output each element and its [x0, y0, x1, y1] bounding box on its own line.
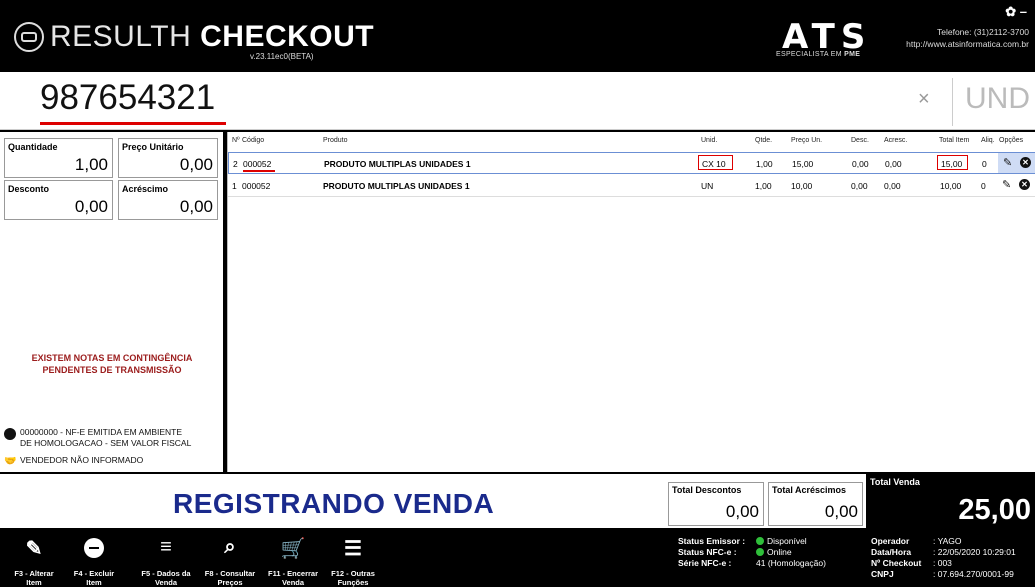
total-highlight [937, 155, 968, 170]
row-options: ✎ ✕ [997, 175, 1035, 195]
sale-total: Total Venda 25,00 [866, 474, 1035, 528]
minus-circle-icon [84, 538, 104, 558]
close-sale-button[interactable]: 🛒 F11 - Encerrar Venda [262, 528, 324, 587]
quantity-field[interactable]: Quantidade 1,00 [4, 138, 113, 178]
item-entry-panel: Quantidade 1,00 Preço Unitário 0,00 Desc… [0, 132, 223, 472]
contingency-alert: EXISTEM NOTAS EM CONTINGÊNCIA PENDENTES … [31, 353, 193, 375]
unit-highlight [698, 155, 733, 170]
barcode-input[interactable]: 987654321 [40, 78, 215, 118]
barcode-input-area: 987654321 × UND [0, 72, 1035, 130]
clear-icon[interactable]: × [918, 88, 930, 111]
other-functions-button[interactable]: ☰ F12 - Outras Funções [324, 528, 382, 587]
edit-item-button[interactable]: ✎ F3 - Alterar Item [6, 528, 62, 587]
table-row[interactable]: 2 000052 PRODUTO MULTIPLAS UNIDADES 1 CX… [228, 152, 1035, 174]
remove-circle-icon[interactable]: ✕ [1020, 157, 1031, 168]
online-indicator-icon [756, 548, 764, 556]
sale-status-bar: REGISTRANDO VENDA Total Descontos 0,00 T… [0, 474, 1035, 528]
vendor-website: http://www.atsinformatica.com.br [906, 39, 1029, 49]
table-header: Nº Código Produto Unid. Qtde. Preço Un. … [232, 137, 1024, 144]
barcode-highlight [40, 122, 226, 125]
handshake-icon: 🤝 [4, 456, 17, 467]
sale-status-text: REGISTRANDO VENDA [173, 488, 495, 519]
vendor-phone: Telefone: (31)2112-3700 [937, 27, 1029, 37]
user-icon [4, 428, 16, 440]
pencil-icon[interactable]: ✎ [1003, 156, 1012, 169]
vendor-logo: ATS ESPECIALISTA EM PME [776, 17, 872, 58]
checkout-logo-icon [14, 22, 44, 52]
online-indicator-icon [756, 537, 764, 545]
gear-icon[interactable]: ✿ [1005, 4, 1016, 19]
total-surcharges: Total Acréscimos 0,00 [768, 482, 863, 526]
remove-circle-icon[interactable]: ✕ [1019, 179, 1030, 190]
discount-field[interactable]: Desconto 0,00 [4, 180, 113, 220]
function-toolbar: ✎ F3 - Alterar Item F4 - Excluir Item ≡ F5… [0, 528, 1035, 587]
sale-data-button[interactable]: ≡ F5 - Dados da Venda [134, 528, 198, 587]
pencil-icon[interactable]: ✎ [1002, 178, 1011, 191]
vendor-info: VENDEDOR NÃO INFORMADO [20, 455, 144, 465]
table-row[interactable]: 1 000052 PRODUTO MULTIPLAS UNIDADES 1 UN… [228, 175, 1035, 197]
code-highlight [243, 170, 275, 172]
app-header: RESULTH CHECKOUT v.23.11ec0(BETA) ATS ES… [0, 0, 1035, 70]
price-lookup-button[interactable]: ⌕ F8 - Consultar Preços [198, 528, 262, 587]
app-version: v.23.11ec0(BETA) [250, 52, 314, 61]
vendor-contact: Telefone: (31)2112-3700 http://www.atsin… [906, 26, 1029, 50]
surcharge-field[interactable]: Acréscimo 0,00 [118, 180, 218, 220]
sliders-icon: ☰ [344, 538, 362, 560]
minimize-button[interactable]: – [1020, 4, 1027, 19]
unit-selector[interactable]: UND [952, 78, 1032, 126]
pencil-icon: ✎ [25, 538, 43, 560]
search-icon: ⌕ [224, 536, 236, 558]
cart-icon: 🛒 [280, 538, 306, 560]
list-edit-icon: ≡ [160, 536, 172, 558]
row-options: ✎ ✕ [998, 153, 1035, 173]
window-controls: ✿ – [1005, 4, 1027, 20]
total-discounts: Total Descontos 0,00 [668, 482, 764, 526]
remove-item-button[interactable]: F4 - Excluir Item [66, 528, 122, 587]
unit-price-field[interactable]: Preço Unitário 0,00 [118, 138, 218, 178]
items-table: Nº Código Produto Unid. Qtde. Preço Un. … [227, 132, 1035, 472]
nfe-environment-info: 00000000 - NF-E EMITIDA EM AMBIENTE DE H… [20, 427, 192, 448]
app-title: RESULTH CHECKOUT [50, 20, 375, 53]
